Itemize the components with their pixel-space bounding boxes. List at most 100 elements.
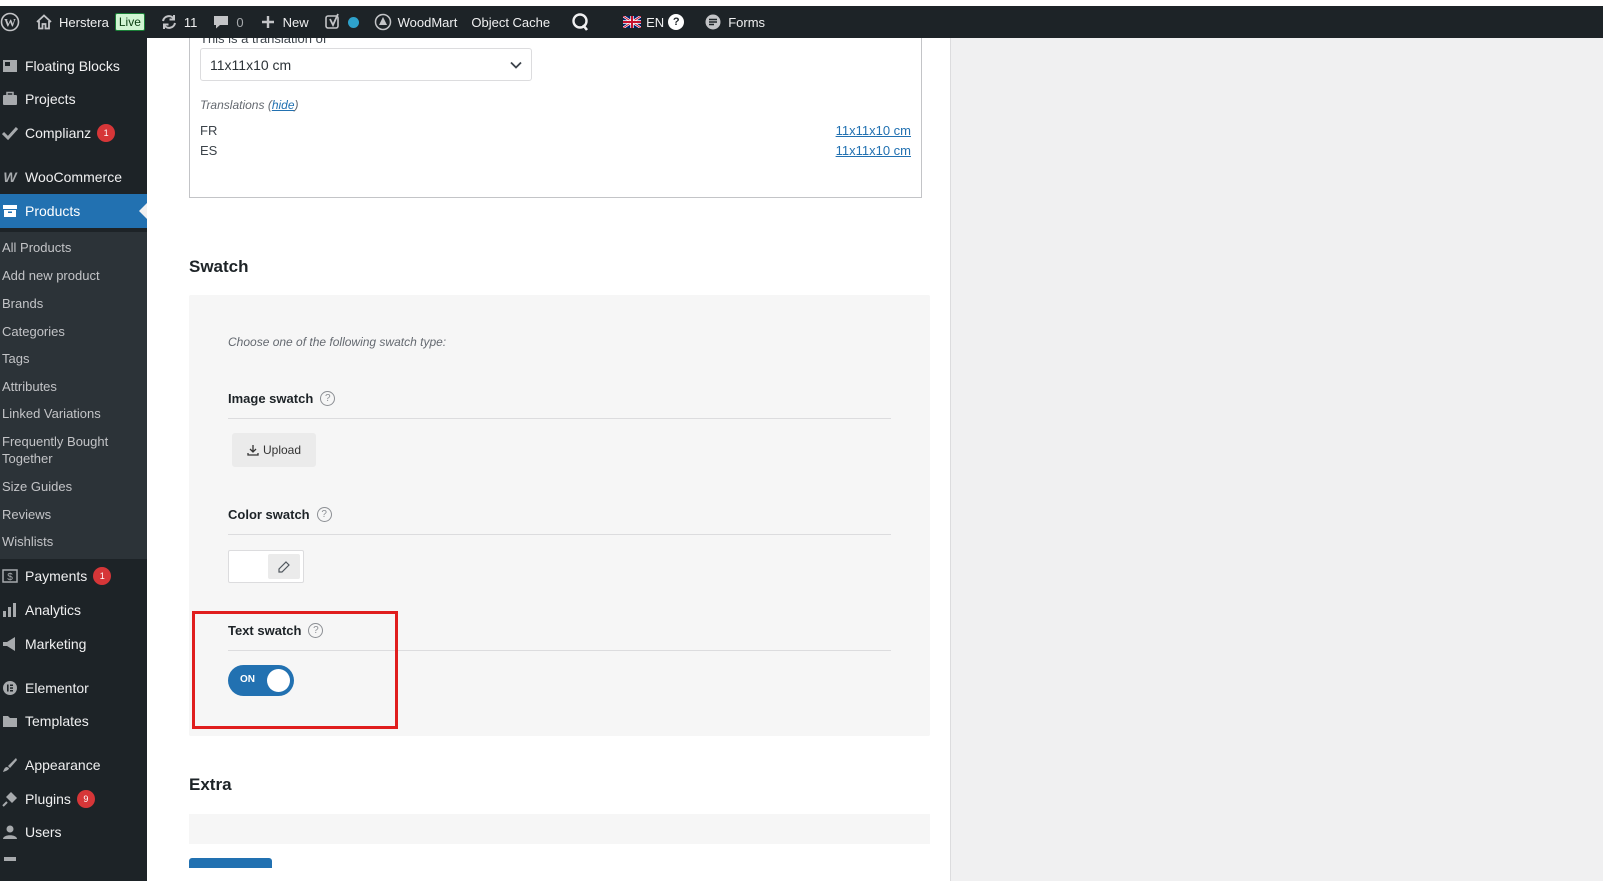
briefcase-icon [0, 91, 20, 107]
submenu-add-new-product[interactable]: Add new product [2, 267, 100, 284]
woodmart-menu[interactable]: WoodMart [366, 6, 465, 38]
sidebar-item-plugins[interactable]: Plugins 9 [0, 782, 147, 816]
extra-panel [189, 814, 930, 844]
sidebar-item-products[interactable]: Products [0, 194, 147, 228]
translation-select[interactable]: 11x11x10 cm [200, 48, 532, 81]
submenu-tags[interactable]: Tags [2, 350, 29, 367]
sidebar-item-label: Projects [25, 91, 76, 107]
yoast-menu[interactable] [316, 6, 366, 38]
submenu-reviews[interactable]: Reviews [2, 506, 51, 523]
bar-chart-icon [0, 602, 20, 618]
eyedropper-icon [277, 560, 291, 574]
yoast-icon [323, 12, 343, 32]
current-indicator [139, 203, 147, 219]
site-name: Herstera [59, 14, 109, 30]
sidebar-item-woocommerce[interactable]: W WooCommerce [0, 160, 147, 194]
blocks-icon [0, 58, 20, 74]
sidebar-item-floating-blocks[interactable]: Floating Blocks [0, 49, 147, 83]
plug-icon [0, 791, 20, 807]
translation-link-fr[interactable]: 11x11x10 cm [836, 123, 911, 138]
sidebar-item-tools-partial [0, 853, 147, 865]
sidebar-item-payments[interactable]: $ Payments 1 [0, 559, 147, 593]
live-badge: Live [114, 13, 145, 31]
archive-icon [0, 203, 20, 219]
check-icon [0, 125, 20, 141]
help-icon[interactable]: ? [320, 391, 336, 406]
submenu-size-guides[interactable]: Size Guides [2, 478, 72, 495]
color-picker[interactable] [228, 550, 304, 583]
comments-link[interactable]: 0 [204, 6, 250, 38]
sidebar-item-label: Plugins [25, 791, 71, 807]
image-swatch-label: Image swatch ? [228, 391, 336, 406]
paintbrush-icon [0, 757, 20, 773]
search-menu[interactable] [557, 6, 603, 38]
download-icon [247, 444, 259, 456]
submenu-all-products[interactable]: All Products [2, 239, 71, 256]
sidebar-item-label: Appearance [25, 757, 101, 773]
products-submenu: All Products Add new product Brands Cate… [0, 232, 147, 559]
help-icon: ? [668, 14, 685, 30]
annotation-highlight-box [192, 611, 398, 729]
sidebar-item-elementor[interactable]: Elementor [0, 671, 147, 705]
wordpress-logo[interactable]: W [0, 6, 27, 38]
admin-sidebar: Floating Blocks Projects Complianz 1 W W… [0, 38, 147, 881]
woodmart-icon [373, 12, 393, 32]
color-swatch-label: Color swatch ? [228, 507, 332, 522]
svg-text:W: W [4, 16, 16, 30]
submenu-wishlists[interactable]: Wishlists [2, 533, 53, 550]
updates-link[interactable]: 11 [152, 6, 205, 38]
sidebar-item-templates[interactable]: Templates [0, 704, 147, 738]
sidebar-item-label: Users [25, 824, 62, 840]
object-cache-label: Object Cache [471, 14, 551, 30]
site-name-link[interactable]: Herstera Live [27, 6, 152, 38]
submenu-linked-variations[interactable]: Linked Variations [2, 405, 101, 422]
notification-badge: 9 [76, 790, 95, 808]
translation-lang-fr: FR [200, 123, 218, 138]
hide-translations-link[interactable]: hide [272, 98, 295, 112]
dollar-icon: $ [0, 568, 20, 584]
translation-box: This is a translation of 11x11x10 cm Tra… [189, 38, 922, 198]
right-empty-pane [950, 38, 1603, 881]
object-cache-menu[interactable]: Object Cache [464, 6, 557, 38]
swatch-section-title: Swatch [189, 257, 249, 276]
submenu-attributes[interactable]: Attributes [2, 378, 57, 395]
forms-label: Forms [728, 14, 766, 30]
sidebar-item-label: WooCommerce [25, 169, 122, 185]
q-search-icon [571, 12, 591, 32]
swatch-hint: Choose one of the following swatch type: [228, 335, 447, 349]
extra-button-partial[interactable] [189, 858, 272, 868]
notification-badge: 1 [97, 124, 116, 142]
plus-icon [258, 12, 278, 32]
submenu-brands[interactable]: Brands [2, 295, 43, 312]
sidebar-item-users[interactable]: Users [0, 815, 147, 849]
sidebar-item-label: Templates [25, 713, 89, 729]
sidebar-item-label: Marketing [25, 636, 87, 652]
help-icon[interactable]: ? [316, 507, 332, 522]
comments-count: 0 [236, 14, 244, 30]
new-content-link[interactable]: New [251, 6, 316, 38]
submenu-categories[interactable]: Categories [2, 323, 65, 340]
sidebar-item-complianz[interactable]: Complianz 1 [0, 116, 147, 150]
translation-heading: This is a translation of [200, 38, 327, 46]
upload-button[interactable]: Upload [232, 433, 316, 467]
translations-label-row: Translations (hide) [200, 98, 299, 112]
translations-label: Translations [200, 98, 265, 112]
user-icon [0, 824, 20, 840]
translation-selected-value: 11x11x10 cm [210, 56, 292, 73]
sidebar-item-marketing[interactable]: Marketing [0, 627, 147, 661]
sidebar-item-analytics[interactable]: Analytics [0, 593, 147, 627]
home-icon [34, 12, 54, 32]
language-switcher[interactable]: EN ? [603, 6, 691, 38]
sidebar-item-projects[interactable]: Projects [0, 82, 147, 116]
eyedropper-button[interactable] [268, 554, 300, 579]
sidebar-item-label: Floating Blocks [25, 58, 120, 74]
translation-link-es[interactable]: 11x11x10 cm [836, 143, 911, 158]
extra-section-title: Extra [189, 775, 232, 794]
submenu-frequently-bought-together[interactable]: Frequently Bought Together [2, 433, 122, 467]
elementor-icon [0, 680, 20, 696]
sidebar-item-label: Elementor [25, 680, 89, 696]
language-label: EN [646, 14, 665, 30]
sidebar-item-appearance[interactable]: Appearance [0, 748, 147, 782]
forms-menu[interactable]: Forms [691, 6, 772, 38]
folder-icon [0, 713, 20, 729]
